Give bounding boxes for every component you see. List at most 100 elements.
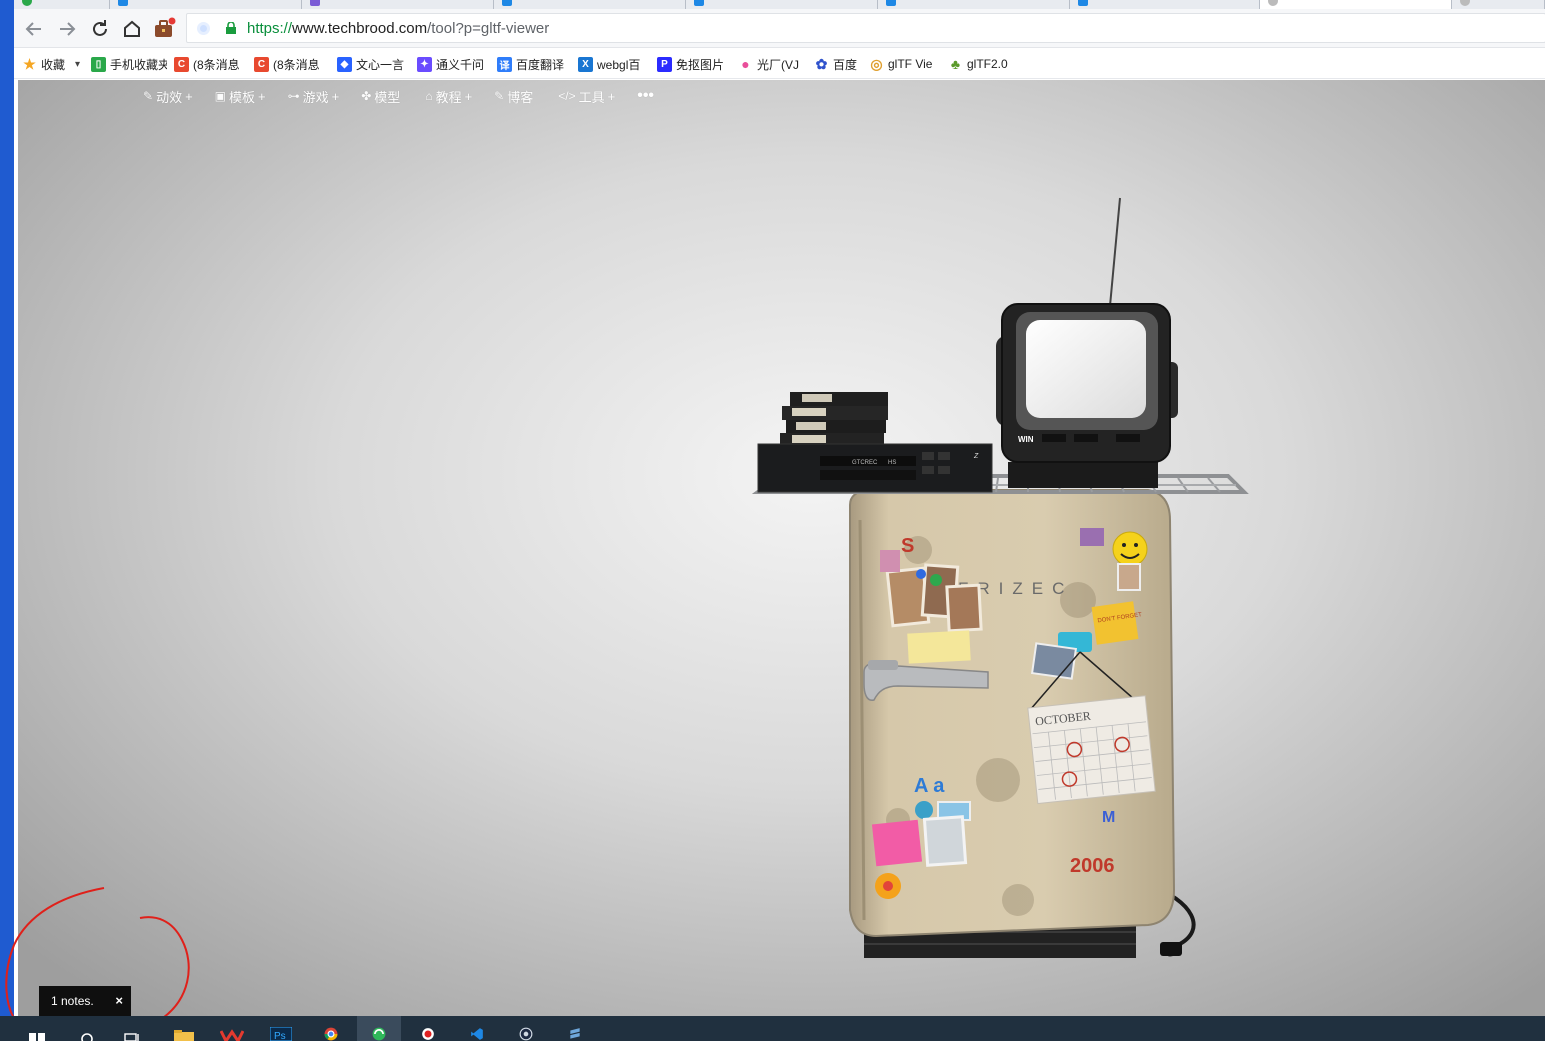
back-button[interactable] [22,17,46,41]
tongyi-icon: ✦ [417,56,432,72]
bookmark-item[interactable]: ♣ glTF2.0 [948,54,1018,74]
wps-icon [220,1029,244,1041]
magnet-blue [916,569,926,579]
magnet-green [930,574,942,586]
baidu-paw-icon: ✿ [815,55,828,72]
svg-text:HS: HS [888,460,896,466]
taskbar-photoshop[interactable]: Ps [259,1016,303,1041]
folder-icon [174,1030,194,1041]
bookmark-item[interactable]: P 免抠图片 [657,54,729,74]
home-icon [124,20,140,37]
phone-icon: ▯ [91,56,106,72]
bookmark-label: 光厂(VJ [757,57,800,72]
extension-button[interactable] [152,17,176,41]
magnet-round [915,801,933,819]
fridge-brand-letter-s: S [901,535,914,557]
csdn-icon: C [254,56,269,72]
wenxin-icon: ◆ [337,56,352,72]
task-view-icon [124,1033,139,1041]
bookmark-label: (8条消息 [193,57,240,72]
navigation-bar: https://www.techbrood.com/tool?p=gltf-vi… [14,9,1545,48]
taskbar-360-browser[interactable] [357,1016,401,1041]
record-icon [422,1028,434,1040]
url-text: https://www.techbrood.com/tool?p=gltf-vi… [247,20,549,37]
bookmark-item[interactable]: ✦ 通义千问 [417,54,491,74]
x-icon: X [578,56,593,72]
taskbar-wps[interactable] [210,1016,254,1041]
browser-tab[interactable] [14,0,110,9]
windows-taskbar: Ps [0,1016,1545,1041]
bookmark-label: glTF Vie [888,57,933,71]
tv-antenna [1109,197,1121,307]
search-icon [81,1033,93,1041]
bookmark-item[interactable]: ★ 收藏 ▾ [22,54,82,74]
bookmark-item[interactable]: Xwebgl百 [578,54,648,74]
bookmark-item[interactable]: C (8条消息 [174,54,244,74]
gltf-viewer-page: ✎ 动效 + ▣ 模板 + ⊶ 游戏 + ✤ 模型 ⌂ 教程 + ✎ 博客 </> 工具 + ••• [18,80,1545,1016]
photo-magnet [880,550,900,572]
guangchang-icon: ● [741,56,750,72]
bookmark-label: 手机收藏夹 [110,57,167,72]
taskbar-file-explorer[interactable] [162,1016,206,1041]
back-arrow-icon [25,22,41,36]
task-view-button[interactable] [110,1016,154,1041]
bookmark-label: 收藏 [41,57,66,72]
bookmarks-dropdown-icon[interactable]: ▾ [75,59,80,70]
bookmark-item[interactable]: C (8条消息 [254,54,324,74]
3d-model-viewport[interactable]: S FRIZEC DON'T FORGET OCTOBER A a 2006 M… [18,80,1545,1016]
forward-arrow-icon [60,22,76,36]
translate-icon: 译 [497,56,512,72]
tab-favicon-icon [1460,0,1470,6]
url-protocol: https:// [247,20,293,37]
taskbar-sublime[interactable] [553,1016,597,1041]
browser-tab[interactable] [686,0,878,9]
browser-tab[interactable] [302,0,494,9]
wechat-icon [22,0,32,6]
retro-tv: WIN [996,197,1178,488]
browser-360-icon [372,1027,386,1041]
bookmark-item[interactable]: ◎ glTF Vie [869,54,939,74]
desktop-edge [0,0,14,1016]
svg-text:Z: Z [973,453,979,460]
bookmark-label: 免抠图片 [676,57,725,72]
bookmark-item[interactable]: ◆ 文心一言 [337,54,409,74]
tab-favicon-icon [694,0,704,6]
tab-strip [14,0,1545,9]
windows-start-button[interactable] [15,1016,59,1041]
taskbar-search-button[interactable] [65,1016,109,1041]
taskbar-chrome[interactable] [309,1016,353,1041]
screen: https://www.techbrood.com/tool?p=gltf-vi… [0,0,1545,1041]
browser-tab[interactable] [494,0,686,9]
browser-tab[interactable] [110,0,302,9]
address-bar[interactable]: https://www.techbrood.com/tool?p=gltf-vi… [186,13,1545,43]
photo-magnet [1030,642,1078,680]
bookmark-item[interactable]: 译百度翻译 [497,54,569,74]
tab-favicon-icon [1268,0,1278,6]
notes-close-button[interactable]: × [115,993,123,1008]
taskbar-cinema4d[interactable] [504,1016,548,1041]
bookmark-item[interactable]: ▯ 手机收藏夹 [91,54,167,74]
tab-favicon-icon [502,0,512,6]
browser-tab[interactable] [878,0,1070,9]
taskbar-vscode[interactable] [455,1016,499,1041]
browser-tab[interactable] [1070,0,1260,9]
bookmark-item[interactable]: ✿ 百度 [814,54,862,74]
calendar: OCTOBER [1027,695,1156,805]
browser-tab[interactable] [1452,0,1545,9]
browser-tab-active[interactable] [1260,0,1452,9]
tab-favicon-icon [310,0,320,6]
svg-text:Ps: Ps [274,1031,286,1041]
home-button[interactable] [120,17,144,41]
forward-button[interactable] [55,17,79,41]
sticky-note-pink [871,819,923,867]
briefcase-icon [155,17,176,37]
bookmark-item[interactable]: ● 光厂(VJ [738,54,808,74]
svg-text:M: M [1102,809,1115,826]
reload-button[interactable] [88,17,112,41]
notes-count-text: 1 notes. [51,994,94,1008]
chrome-icon [324,1027,338,1041]
url-host: www.techbrood.com [292,20,428,37]
cinema4d-icon [519,1027,533,1041]
taskbar-recorder[interactable] [406,1016,450,1041]
fridge-year-magnets: 2006 [1070,855,1115,877]
